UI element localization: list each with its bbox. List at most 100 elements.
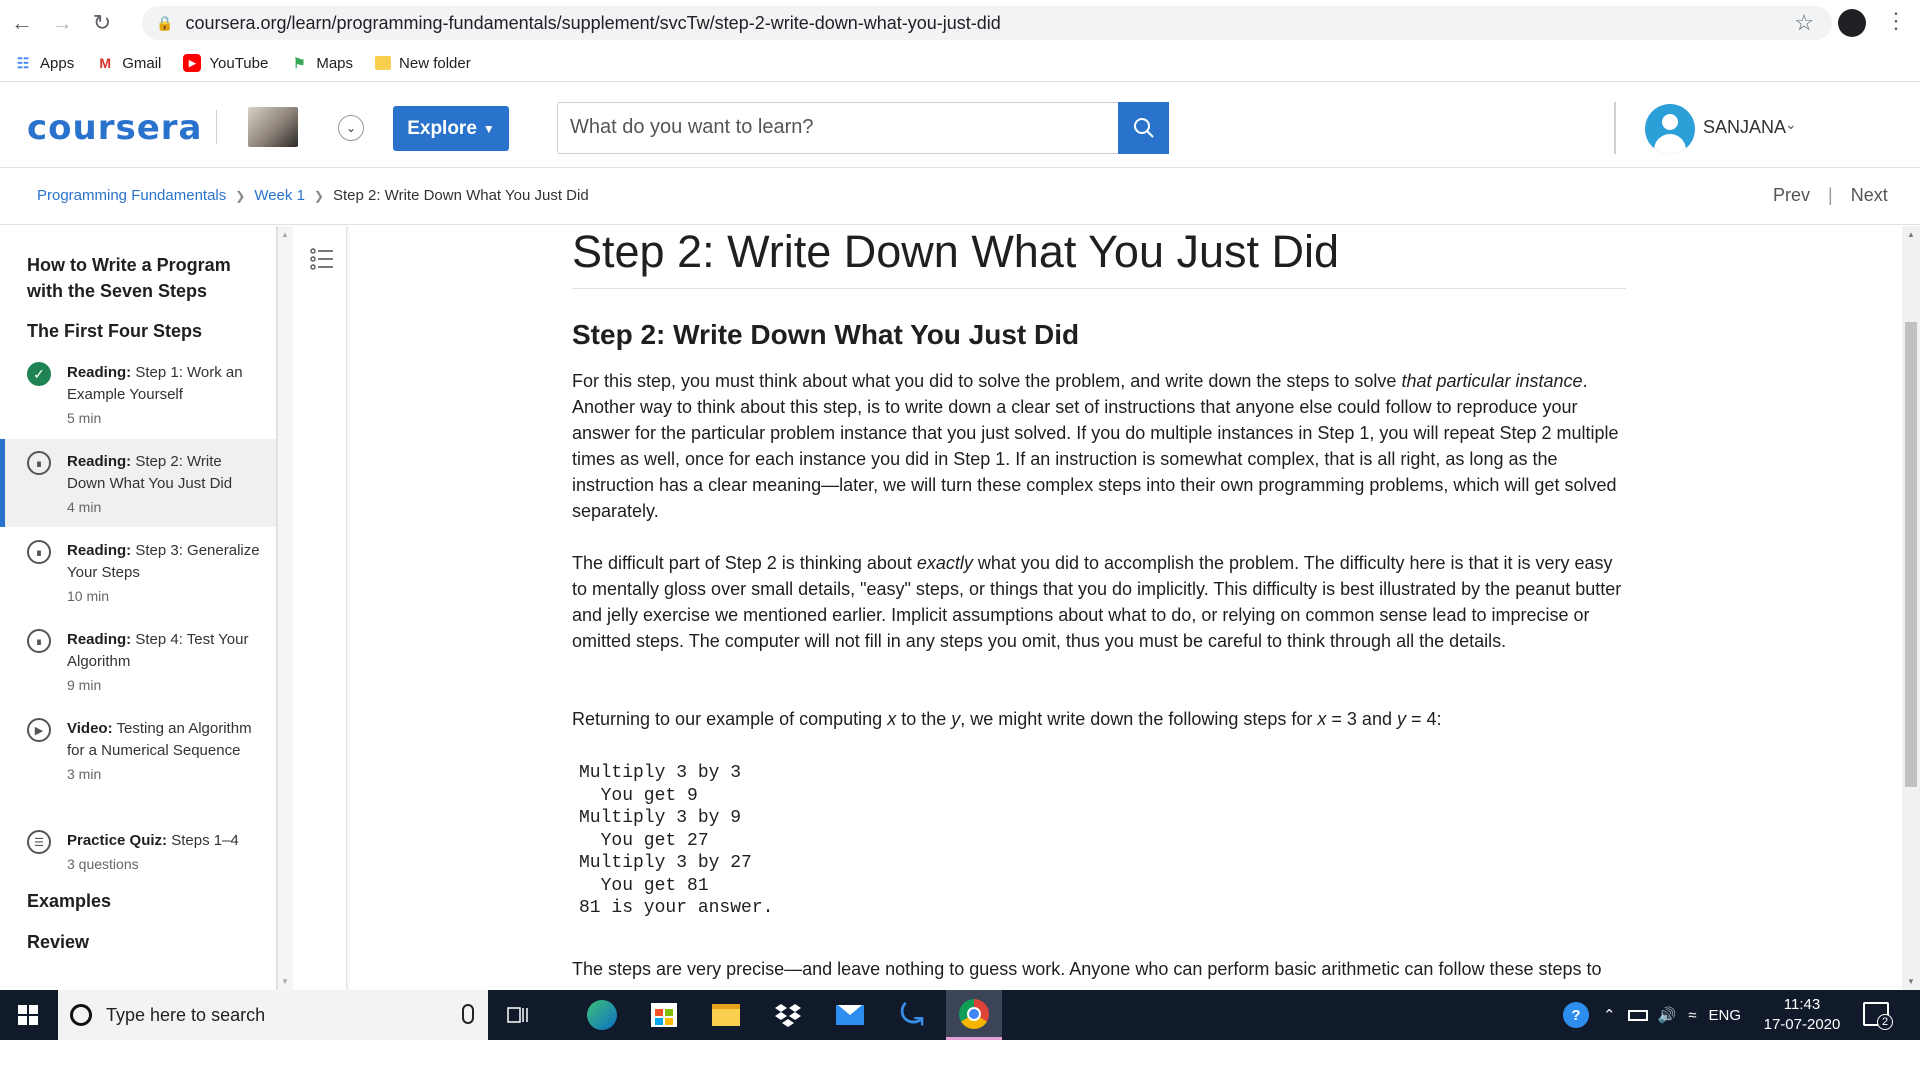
battery-icon[interactable]: [1627, 1009, 1648, 1021]
scroll-up-icon[interactable]: ▲: [281, 230, 289, 239]
taskbar-search[interactable]: Type here to search: [58, 990, 488, 1040]
site-header: coursera ⌄ Explore ▼ SANJANA ⌄: [0, 86, 1920, 168]
browser-toolbar: ← → ↻ 🔒 coursera.org/learn/programming-f…: [0, 0, 1920, 45]
module-title[interactable]: How to Write a Program with the Seven St…: [27, 252, 257, 304]
sidebar-item-meta: 3 questions: [67, 856, 139, 872]
notification-count: 2: [1877, 1014, 1893, 1030]
dropbox-icon[interactable]: [760, 990, 816, 1040]
course-thumbnail[interactable]: [248, 107, 298, 147]
windows-taskbar: Type here to search ⤿ ? ⌃ 🔊 ≈ ENG 11:43 …: [0, 990, 1920, 1040]
prev-link[interactable]: Prev: [1773, 185, 1810, 206]
coursera-logo[interactable]: coursera: [27, 108, 203, 148]
sidebar-item-label: Reading: Step 2: Write Down What You Jus…: [67, 453, 233, 492]
sidebar-item-quiz[interactable]: ☰ Practice Quiz: Steps 1–4 3 questions: [0, 830, 276, 896]
explore-button[interactable]: Explore ▼: [393, 106, 509, 151]
sidebar-item-step3[interactable]: ∎ Reading: Step 3: Generalize Your Steps…: [0, 540, 276, 628]
search-button[interactable]: [1118, 102, 1169, 154]
profile-avatar[interactable]: [1838, 9, 1866, 37]
notification-icon[interactable]: 2: [1863, 1002, 1893, 1030]
scroll-down-icon[interactable]: ▼: [1907, 977, 1915, 986]
sidebar-scrollbar[interactable]: ▲ ▼: [277, 226, 293, 990]
maps-icon: ⚑: [293, 54, 306, 71]
help-icon[interactable]: ?: [1563, 1002, 1589, 1028]
section-examples[interactable]: Examples: [27, 888, 111, 914]
sidebar-item-video[interactable]: ▶ Video: Testing an Algorithm for a Nume…: [0, 718, 276, 828]
book-icon: ∎: [27, 451, 51, 475]
page-title: Step 2: Write Down What You Just Did: [572, 226, 1340, 277]
windows-start-button[interactable]: [0, 990, 56, 1040]
bookmark-label: Apps: [40, 54, 75, 72]
sidebar-item-step2[interactable]: ∎ Reading: Step 2: Write Down What You J…: [0, 439, 276, 527]
pagination: Prev | Next: [1773, 185, 1888, 206]
microphone-icon[interactable]: [462, 1004, 474, 1024]
paragraph-2: The difficult part of Step 2 is thinking…: [572, 553, 1622, 651]
chevron-right-icon: ❯: [313, 188, 324, 203]
breadcrumb-bar: Programming Fundamentals ❯ Week 1 ❯ Step…: [0, 168, 1920, 225]
username[interactable]: SANJANA: [1703, 117, 1786, 138]
mail-icon[interactable]: [822, 990, 878, 1040]
section-title[interactable]: The First Four Steps: [27, 318, 202, 344]
volume-icon[interactable]: 🔊: [1658, 1006, 1677, 1024]
menu-kebab-icon[interactable]: ⋮: [1885, 8, 1907, 34]
address-bar[interactable]: 🔒 coursera.org/learn/programming-fundame…: [142, 6, 1832, 40]
back-arrow-icon[interactable]: ←: [2, 0, 42, 45]
reload-icon[interactable]: ↻: [82, 0, 122, 45]
bookmark-new-folder[interactable]: New folder: [375, 55, 471, 72]
explore-label: Explore: [407, 117, 477, 139]
chrome-icon[interactable]: [946, 990, 1002, 1040]
wifi-icon[interactable]: ≈: [1688, 1007, 1696, 1024]
app-bolt-icon[interactable]: ⤿: [884, 990, 940, 1040]
paragraph-4: The steps are very precise—and leave not…: [572, 959, 1602, 979]
sidebar-item-label: Reading: Step 3: Generalize Your Steps: [67, 542, 260, 581]
forward-arrow-icon[interactable]: →: [42, 0, 82, 45]
sidebar-item-meta: 3 min: [67, 766, 102, 782]
course-sidebar: How to Write a Program with the Seven St…: [0, 226, 277, 990]
paragraph-1: For this step, you must think about what…: [572, 371, 1619, 521]
bookmark-apps[interactable]: ☷ Apps: [14, 54, 74, 72]
reading-content: Step 2: Write Down What You Just Did Ste…: [350, 226, 1900, 990]
sidebar-item-meta: 10 min: [67, 588, 110, 604]
breadcrumb-course[interactable]: Programming Fundamentals: [37, 187, 226, 204]
bookmark-star-icon[interactable]: ☆: [1794, 10, 1814, 36]
breadcrumb-week[interactable]: Week 1: [254, 187, 305, 204]
scrollbar-thumb[interactable]: [1905, 322, 1917, 787]
bookmark-youtube[interactable]: ▶ YouTube: [183, 54, 268, 72]
search-icon: [1133, 118, 1154, 138]
sidebar-item-step1[interactable]: ✓ Reading: Step 1: Work an Example Yours…: [0, 362, 276, 450]
clock-time: 11:43: [1783, 996, 1821, 1013]
chevron-down-icon[interactable]: ⌄: [1785, 116, 1797, 133]
language-indicator[interactable]: ENG: [1709, 1007, 1742, 1024]
sidebar-item-meta: 5 min: [67, 410, 102, 426]
edge-icon[interactable]: [574, 990, 630, 1040]
section-review[interactable]: Review: [27, 929, 89, 955]
bookmark-label: New folder: [399, 54, 471, 72]
clock[interactable]: 11:43 17-07-2020: [1757, 995, 1847, 1035]
header-divider: [1614, 102, 1616, 154]
chevron-up-icon[interactable]: ⌃: [1603, 1006, 1616, 1024]
quiz-icon: ☰: [27, 830, 51, 854]
bookmark-maps[interactable]: ⚑ Maps: [290, 54, 353, 72]
bookmark-gmail[interactable]: M Gmail: [96, 54, 161, 72]
sidebar-item-meta: 9 min: [67, 677, 102, 693]
sidebar-item-step4[interactable]: ∎ Reading: Step 4: Test Your Algorithm 9…: [0, 629, 276, 717]
scroll-up-icon[interactable]: ▲: [1907, 230, 1915, 239]
gmail-icon: M: [99, 55, 112, 71]
bookmark-label: Maps: [316, 54, 354, 72]
breadcrumb-current: Step 2: Write Down What You Just Did: [332, 187, 589, 204]
search-input[interactable]: [558, 103, 1118, 151]
chevron-down-icon[interactable]: ⌄: [338, 115, 364, 141]
clock-date: 17-07-2020: [1763, 1016, 1841, 1033]
next-link[interactable]: Next: [1851, 185, 1888, 206]
section-heading: Step 2: Write Down What You Just Did: [572, 319, 1080, 350]
list-icon[interactable]: [309, 246, 335, 272]
task-view-icon[interactable]: [490, 990, 546, 1040]
cortana-icon: [70, 1004, 92, 1026]
user-avatar[interactable]: [1645, 104, 1695, 154]
sidebar-item-label: Video: Testing an Algorithm for a Numeri…: [67, 720, 252, 759]
chevron-right-icon: ❯: [235, 188, 246, 203]
content-scrollbar[interactable]: ▲ ▼: [1902, 226, 1920, 990]
scroll-down-icon[interactable]: ▼: [281, 977, 289, 986]
file-explorer-icon[interactable]: [698, 990, 754, 1040]
store-icon[interactable]: [636, 990, 692, 1040]
folder-icon: [375, 56, 392, 70]
